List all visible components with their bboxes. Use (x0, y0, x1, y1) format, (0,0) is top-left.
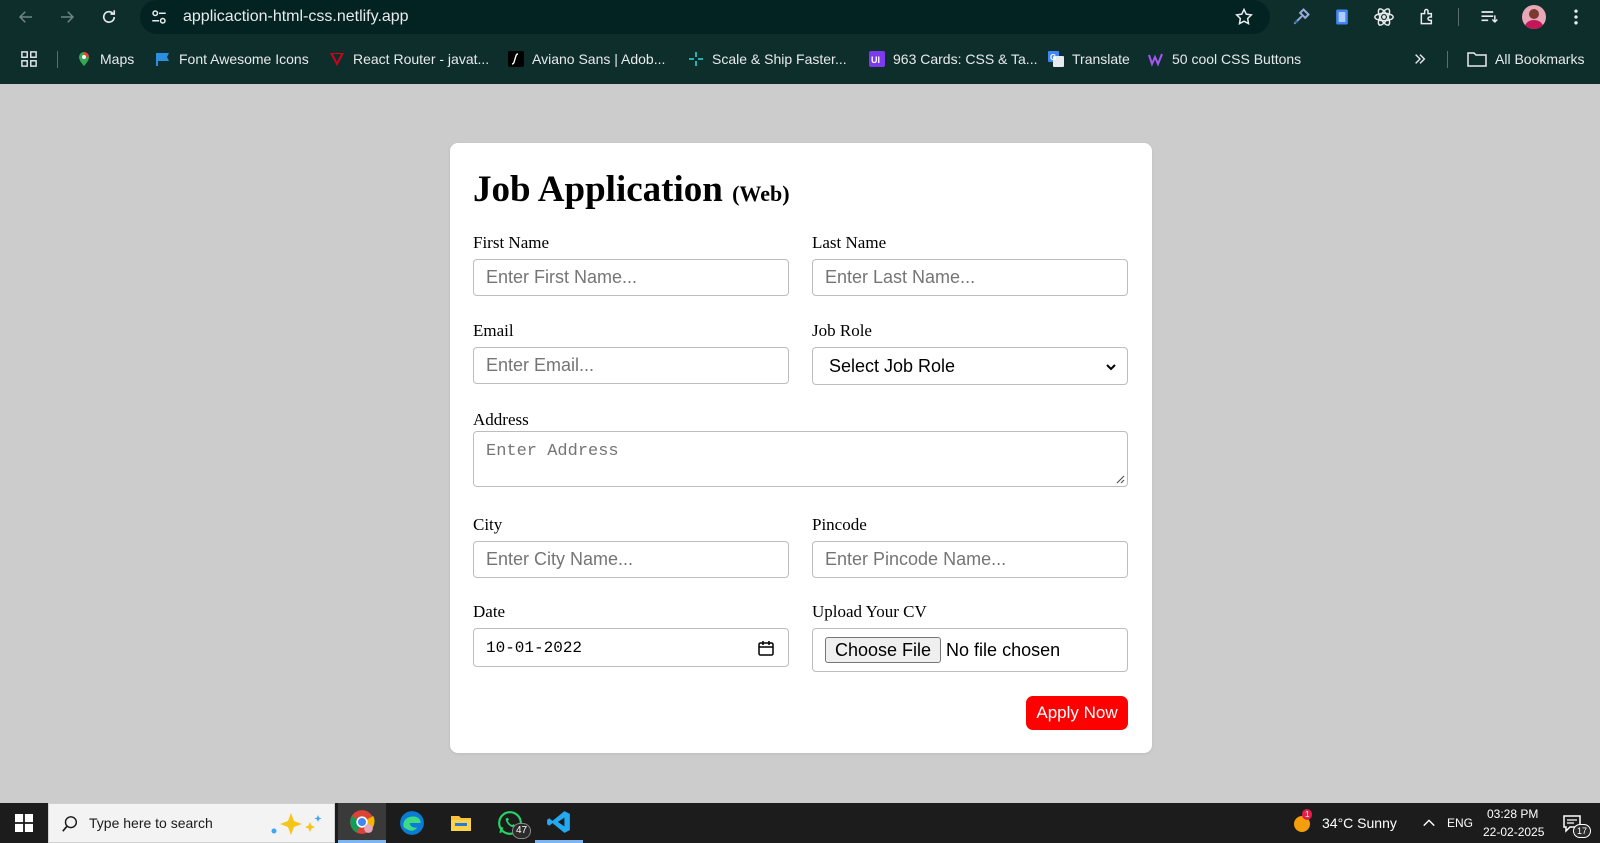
eyedropper-extension-icon[interactable] (1290, 6, 1312, 28)
bookmarks-separator (1447, 51, 1448, 68)
file-status: No file chosen (946, 639, 1061, 660)
google-translate-icon: G (1048, 51, 1064, 67)
toolbar-separator (1458, 8, 1459, 26)
date-input[interactable]: 10-01-2022 (473, 628, 789, 667)
extensions-puzzle-icon[interactable] (1417, 6, 1439, 28)
bookmark-star-icon[interactable] (1234, 7, 1254, 27)
notifications-button[interactable]: 17 (1555, 803, 1592, 843)
taskbar-file-explorer[interactable] (437, 803, 485, 843)
arrow-right-icon (61, 11, 75, 23)
clock-time[interactable]: 03:28 PM (1487, 807, 1538, 821)
taskbar-whatsapp[interactable]: 47 (486, 803, 534, 843)
bookmark-translate[interactable]: G Translate (1048, 49, 1130, 69)
apps-grid-icon (21, 51, 37, 67)
arrow-left-icon (18, 11, 32, 23)
windows-taskbar: Type here to search 47 1 34°C Sunny ENG … (0, 803, 1600, 843)
bookmark-963-cards[interactable]: UI 963 Cards: CSS & Ta... (869, 49, 1037, 69)
address-label: Address (473, 410, 529, 429)
bookmark-aviano-sans[interactable]: Aviano Sans | Adob... (508, 49, 665, 69)
first-name-input[interactable]: Enter First Name... (473, 259, 789, 296)
chrome-icon (350, 809, 375, 834)
whatsapp-badge: 47 (512, 823, 532, 839)
show-hidden-icons-button[interactable] (1418, 803, 1440, 843)
react-router-icon (329, 51, 345, 67)
apply-now-button[interactable]: Apply Now (1026, 696, 1128, 730)
pincode-input[interactable]: Enter Pincode Name... (812, 541, 1128, 578)
google-docs-extension-icon[interactable] (1331, 6, 1353, 28)
vscode-icon (547, 810, 570, 833)
taskbar-search[interactable]: Type here to search (48, 803, 335, 843)
search-icon (62, 816, 78, 832)
reload-icon (102, 10, 116, 23)
first-name-label: First Name (473, 233, 550, 252)
language-indicator[interactable]: ENG (1447, 816, 1473, 830)
bookmark-css-buttons[interactable]: 50 cool CSS Buttons (1148, 49, 1301, 69)
svg-text:UI: UI (871, 55, 880, 65)
email-input[interactable]: Enter Email... (473, 347, 789, 384)
adobe-fonts-icon (508, 51, 524, 67)
reading-list-icon[interactable] (1478, 6, 1500, 28)
menu-kebab-icon[interactable] (1565, 6, 1587, 28)
email-label: Email (473, 321, 514, 340)
last-name-input[interactable]: Enter Last Name... (812, 259, 1128, 296)
notification-count-badge: 17 (1573, 824, 1592, 838)
date-label: Date (473, 602, 506, 621)
page-subtitle: (Web) (732, 181, 790, 206)
reload-button[interactable] (96, 5, 122, 29)
apps-grid-button[interactable] (21, 49, 45, 69)
city-label: City (473, 515, 503, 534)
choose-file-button[interactable]: Choose File (825, 637, 942, 663)
cv-upload-input[interactable]: Choose File No file chosen (812, 628, 1128, 672)
bookmark-react-router[interactable]: React Router - javat... (329, 49, 489, 69)
address-textarea[interactable]: Enter Address (473, 431, 1128, 487)
back-button[interactable] (13, 5, 39, 29)
address-bar[interactable]: applicaction-html-css.netlify.app (140, 0, 1270, 34)
site-settings-icon[interactable] (150, 8, 168, 26)
folder-explorer-icon (451, 816, 471, 831)
svg-text:G: G (1050, 53, 1056, 62)
uiverse-icon: UI (869, 51, 885, 67)
all-bookmarks-button[interactable]: All Bookmarks (1467, 49, 1584, 69)
bookmarks-separator (57, 51, 58, 68)
page-title: Job Application (Web) (473, 169, 790, 210)
webflow-icon (1148, 51, 1164, 67)
cv-label: Upload Your CV (812, 602, 927, 621)
start-button[interactable] (0, 803, 48, 843)
calendar-icon[interactable] (758, 640, 774, 656)
search-highlight-sparkles-icon (271, 813, 322, 835)
bookmark-scale-ship[interactable]: Scale & Ship Faster... (688, 49, 847, 69)
weather-text[interactable]: 34°C Sunny (1322, 815, 1397, 831)
city-input[interactable]: Enter City Name... (473, 541, 789, 578)
edge-icon (400, 811, 424, 835)
bookmarks-overflow-button[interactable] (1412, 49, 1436, 69)
last-name-label: Last Name (812, 233, 887, 252)
taskbar-chrome[interactable] (338, 803, 386, 843)
clock-date[interactable]: 22-02-2025 (1483, 825, 1544, 839)
bookmark-maps[interactable]: Maps (76, 49, 134, 69)
taskbar-edge[interactable] (388, 803, 436, 843)
double-chevron-right-icon (1412, 51, 1428, 67)
folder-icon (1467, 51, 1487, 67)
resize-handle-icon[interactable] (1115, 474, 1125, 484)
weather-widget-icon[interactable]: 1 (1290, 803, 1314, 843)
bookmark-font-awesome[interactable]: Font Awesome Icons (155, 49, 309, 69)
forward-button[interactable] (54, 5, 80, 29)
sparkle-icon (688, 51, 704, 67)
taskbar-vscode[interactable] (535, 803, 583, 843)
job-application-card: Job Application (Web) First Name Enter F… (450, 143, 1152, 753)
bookmarks-bar: Maps Font Awesome Icons React Router - j… (0, 34, 1600, 84)
profile-avatar[interactable] (1522, 5, 1546, 29)
windows-logo-icon (15, 814, 33, 832)
job-role-select[interactable]: Select Job Role (812, 347, 1128, 385)
chevron-down-icon (1106, 364, 1116, 371)
maps-pin-icon (76, 51, 92, 67)
url-text[interactable]: applicaction-html-css.netlify.app (183, 8, 409, 26)
pincode-label: Pincode (812, 515, 867, 534)
chevron-up-icon (1423, 819, 1435, 827)
react-devtools-icon[interactable] (1373, 6, 1395, 28)
flag-icon (155, 51, 171, 67)
browser-toolbar: applicaction-html-css.netlify.app (0, 0, 1600, 34)
job-role-label: Job Role (812, 321, 872, 340)
